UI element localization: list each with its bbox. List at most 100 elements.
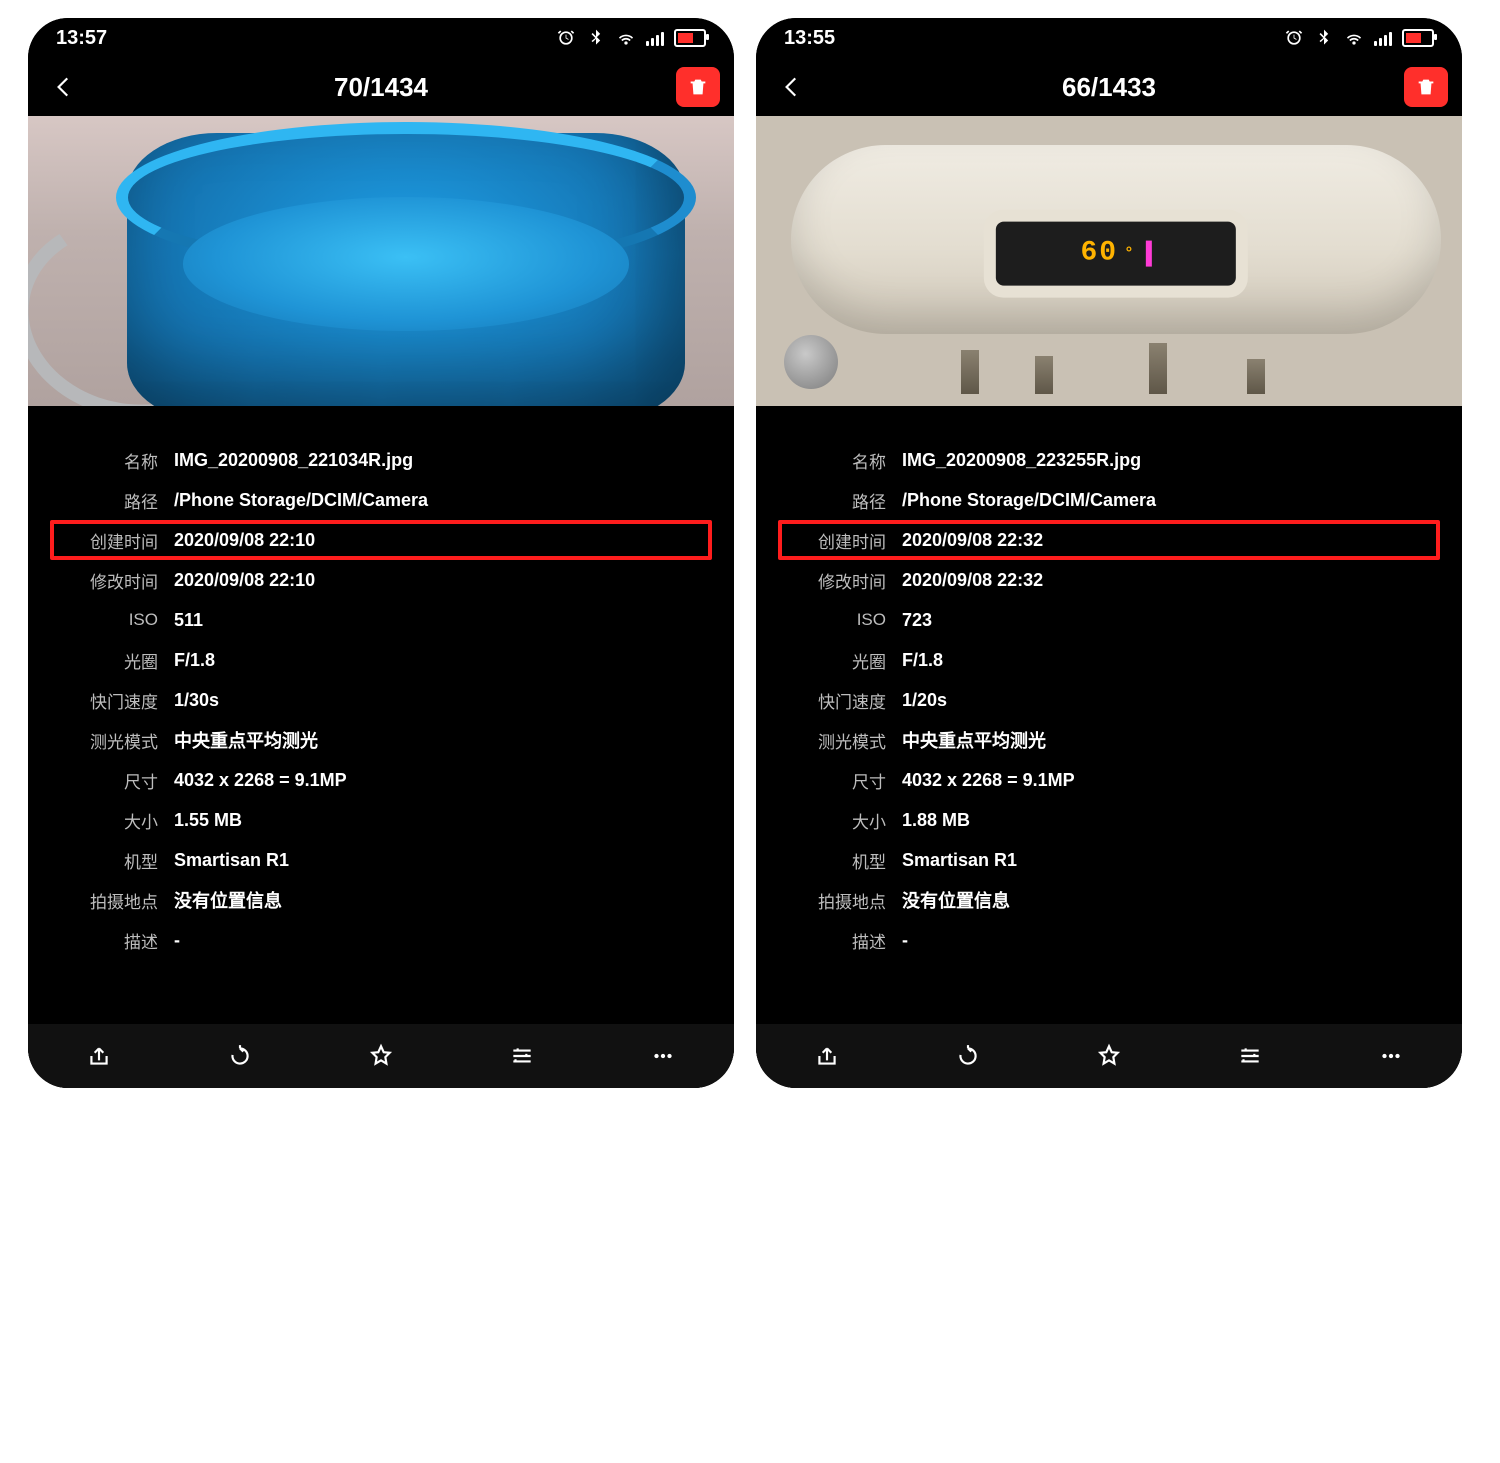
status-icons: [556, 28, 706, 48]
wifi-icon: [1344, 28, 1364, 48]
page-title: 70/1434: [96, 72, 666, 103]
detail-label: 创建时间: [778, 528, 886, 553]
wifi-icon: [616, 28, 636, 48]
detail-label: 光圈: [50, 648, 158, 673]
detail-row: 尺寸 4032 x 2268 = 9.1MP: [778, 760, 1440, 800]
detail-row: 修改时间 2020/09/08 22:32: [778, 560, 1440, 600]
back-button[interactable]: [770, 65, 814, 109]
image-preview[interactable]: [28, 116, 734, 406]
status-time: 13:57: [56, 27, 107, 50]
detail-row: ISO 723: [778, 600, 1440, 640]
detail-value: 没有位置信息: [902, 887, 1010, 913]
details-list[interactable]: 名称 IMG_20200908_223255R.jpg 路径/Phone Stora…: [756, 406, 1462, 1024]
detail-value: 4032 x 2268 = 9.1MP: [902, 770, 1075, 791]
detail-label: 描述: [778, 928, 886, 953]
back-button[interactable]: [42, 65, 86, 109]
share-button[interactable]: [799, 1028, 855, 1084]
detail-label: 路径: [50, 488, 158, 513]
page-title: 66/1433: [824, 72, 1394, 103]
detail-value: 723: [902, 610, 932, 631]
detail-row: 快门速度 1/30s: [50, 680, 712, 720]
detail-row: 大小1.55 MB: [50, 800, 712, 840]
bucket-scene-illustration: [28, 116, 734, 406]
status-bar: 13:57: [28, 18, 734, 58]
detail-value: 2020/09/08 22:32: [902, 570, 1043, 591]
detail-value: 1/30s: [174, 690, 219, 711]
signal-icon: [1374, 30, 1392, 46]
detail-value: IMG_20200908_223255R.jpg: [902, 450, 1141, 471]
detail-label: 修改时间: [778, 568, 886, 593]
detail-row: 名称 IMG_20200908_221034R.jpg: [50, 440, 712, 480]
favorite-button[interactable]: [353, 1028, 409, 1084]
detail-label: 拍摄地点: [778, 888, 886, 913]
detail-value: Smartisan R1: [174, 850, 289, 871]
more-button[interactable]: [1363, 1028, 1419, 1084]
rotate-button[interactable]: [940, 1028, 996, 1084]
detail-value: IMG_20200908_221034R.jpg: [174, 450, 413, 471]
water-heater-illustration: 60 °: [756, 116, 1462, 406]
detail-row: 创建时间2020/09/08 22:10: [50, 520, 712, 560]
battery-icon: [674, 29, 706, 47]
phone-right: 13:55 66/1433 60 °: [756, 18, 1462, 1088]
detail-label: 路径: [778, 488, 886, 513]
detail-value: -: [174, 930, 180, 951]
detail-row: 大小1.88 MB: [778, 800, 1440, 840]
detail-row: 描述-: [778, 920, 1440, 960]
share-button[interactable]: [71, 1028, 127, 1084]
detail-label: 测光模式: [50, 728, 158, 753]
header: 70/1434: [28, 58, 734, 116]
delete-button[interactable]: [676, 67, 720, 107]
detail-value: Smartisan R1: [902, 850, 1017, 871]
bluetooth-icon: [586, 28, 606, 48]
detail-row: 快门速度1/20s: [778, 680, 1440, 720]
detail-row: 路径/Phone Storage/DCIM/Camera: [50, 480, 712, 520]
more-button[interactable]: [635, 1028, 691, 1084]
detail-value: /Phone Storage/DCIM/Camera: [174, 490, 428, 511]
detail-label: ISO: [778, 610, 886, 630]
bottom-toolbar: [28, 1024, 734, 1088]
detail-row: 修改时间2020/09/08 22:10: [50, 560, 712, 600]
detail-row: 光圈 F/1.8: [778, 640, 1440, 680]
detail-row: 机型 Smartisan R1: [50, 840, 712, 880]
image-preview[interactable]: 60 °: [756, 116, 1462, 406]
detail-row: ISO511: [50, 600, 712, 640]
detail-label: 快门速度: [50, 688, 158, 713]
alarm-icon: [556, 28, 576, 48]
detail-value: 中央重点平均测光: [902, 727, 1046, 753]
detail-label: 光圈: [778, 648, 886, 673]
detail-value: 511: [174, 610, 203, 631]
heater-led-panel: 60 °: [996, 222, 1236, 286]
detail-label: 尺寸: [50, 768, 158, 793]
detail-row: 名称 IMG_20200908_223255R.jpg: [778, 440, 1440, 480]
settings-sliders-button[interactable]: [1222, 1028, 1278, 1084]
detail-row: 创建时间 2020/09/08 22:32: [778, 520, 1440, 560]
detail-label: 测光模式: [778, 728, 886, 753]
detail-label: 尺寸: [778, 768, 886, 793]
detail-label: 名称: [778, 448, 886, 473]
signal-icon: [646, 30, 664, 46]
detail-row: 路径/Phone Storage/DCIM/Camera: [778, 480, 1440, 520]
detail-value: F/1.8: [902, 650, 943, 671]
delete-button[interactable]: [1404, 67, 1448, 107]
detail-row: 测光模式中央重点平均测光: [50, 720, 712, 760]
detail-label: 名称: [50, 448, 158, 473]
settings-sliders-button[interactable]: [494, 1028, 550, 1084]
favorite-button[interactable]: [1081, 1028, 1137, 1084]
battery-icon: [1402, 29, 1434, 47]
detail-value: F/1.8: [174, 650, 215, 671]
detail-value: 1/20s: [902, 690, 947, 711]
details-list[interactable]: 名称 IMG_20200908_221034R.jpg 路径/Phone Stora…: [28, 406, 734, 1024]
status-bar: 13:55: [756, 18, 1462, 58]
bottom-toolbar: [756, 1024, 1462, 1088]
detail-value: 2020/09/08 22:32: [902, 530, 1043, 551]
header: 66/1433: [756, 58, 1462, 116]
detail-value: 2020/09/08 22:10: [174, 530, 315, 551]
alarm-icon: [1284, 28, 1304, 48]
detail-label: 机型: [50, 848, 158, 873]
detail-value: 2020/09/08 22:10: [174, 570, 315, 591]
rotate-button[interactable]: [212, 1028, 268, 1084]
detail-value: -: [902, 930, 908, 951]
detail-row: 机型Smartisan R1: [778, 840, 1440, 880]
status-icons: [1284, 28, 1434, 48]
detail-label: 拍摄地点: [50, 888, 158, 913]
